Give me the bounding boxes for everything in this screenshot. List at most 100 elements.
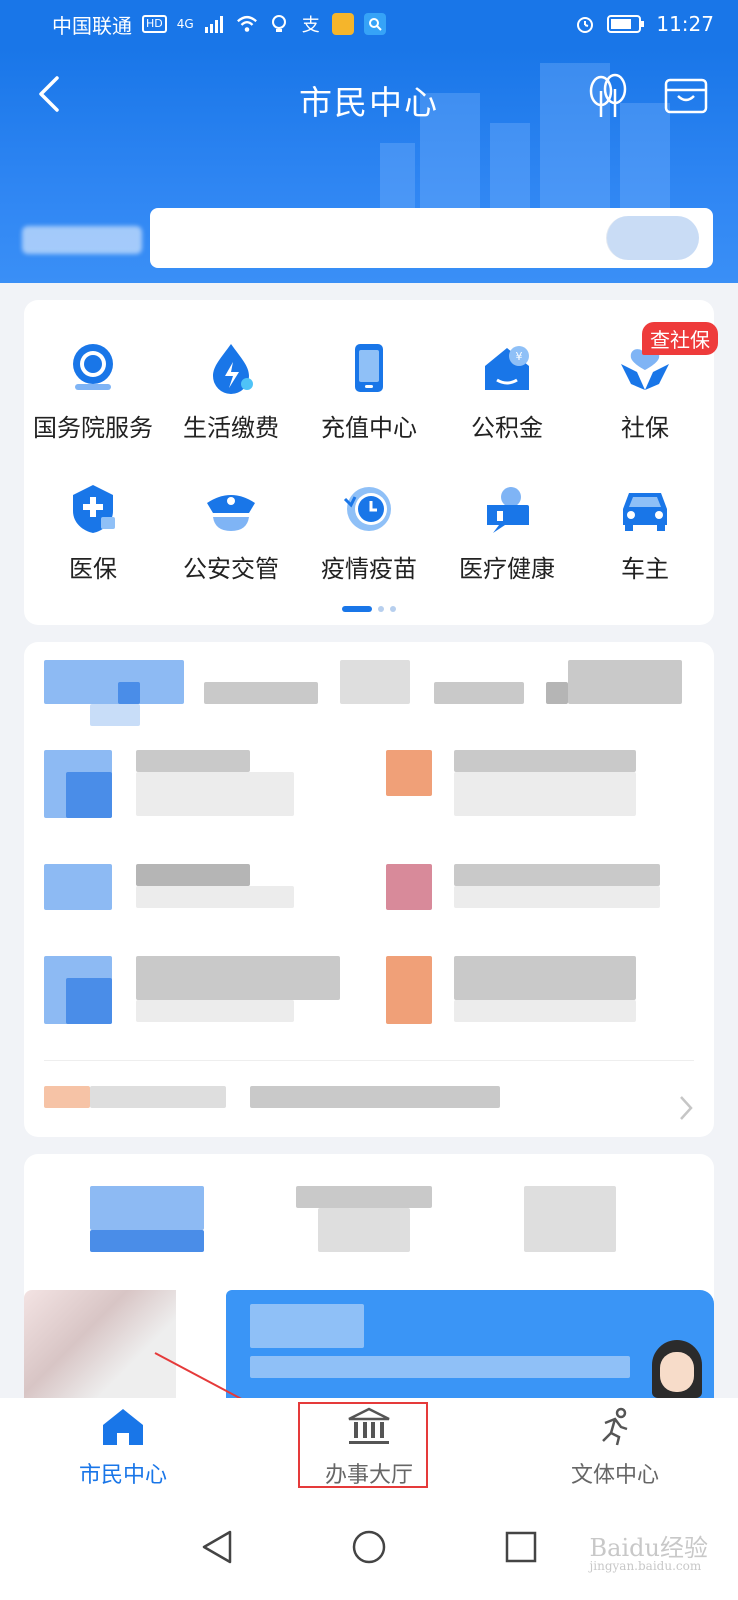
annotation-highlight-box: [298, 1402, 428, 1488]
network-label: 4G: [176, 17, 194, 31]
service-item-medical-insurance[interactable]: 医保: [24, 479, 162, 584]
blurred-block: [546, 682, 568, 704]
blurred-block: [90, 1230, 204, 1252]
page-dot: [390, 606, 396, 612]
app-screen: 中国联通 HD 4G 支 11:27 市民中心 国务院服务 生活缴费 充值中心 …: [0, 0, 738, 1600]
baidu-watermark: Baidu经验 jingyan.baidu.com: [590, 1528, 708, 1573]
blurred-tab[interactable]: [434, 682, 524, 704]
blurred-block: [90, 704, 140, 726]
status-right: 11:27: [574, 12, 714, 36]
city-selector[interactable]: [22, 226, 142, 254]
blurred-item-title[interactable]: [454, 956, 636, 1000]
blurred-item-icon: [44, 864, 112, 910]
header: 市民中心: [0, 48, 738, 283]
bulb-icon: [268, 13, 290, 35]
divider: [44, 1060, 694, 1061]
service-label: 车主: [621, 555, 669, 583]
blurred-item-subtitle: [454, 772, 636, 816]
service-label: 公安交管: [183, 555, 279, 583]
nav-citizen-center[interactable]: 市民中心: [53, 1407, 193, 1489]
service-item-social-security[interactable]: 查社保 社保: [576, 322, 718, 443]
blurred-footer-text[interactable]: [250, 1086, 500, 1108]
blurred-item-title[interactable]: [454, 750, 636, 772]
search-input[interactable]: [164, 223, 606, 253]
search-button[interactable]: [606, 216, 699, 260]
nav-label: 市民中心: [78, 1463, 167, 1488]
blurred-shortcut[interactable]: [524, 1186, 616, 1252]
page-dot-active: [342, 606, 372, 612]
page-indicator: [24, 606, 714, 612]
service-item-utility-payment[interactable]: 生活缴费: [162, 338, 300, 443]
blurred-tab[interactable]: [204, 682, 318, 704]
blurred-shortcut[interactable]: [296, 1186, 432, 1208]
state-council-icon: [63, 338, 123, 398]
app-icon: [331, 13, 354, 35]
wifi-icon: [236, 13, 258, 35]
blurred-item-subtitle: [136, 886, 294, 908]
blurred-item-subtitle: [454, 886, 660, 908]
chevron-right-icon[interactable]: [678, 1094, 694, 1129]
service-label: 国务院服务: [33, 414, 153, 442]
blurred-block: [118, 682, 140, 704]
healthcare-icon: [477, 479, 537, 539]
search-app-icon: [363, 13, 386, 35]
blurred-tab[interactable]: [340, 660, 410, 704]
service-item-housing-fund[interactable]: ¥ 公积金: [438, 338, 576, 443]
service-item-car-owner[interactable]: 车主: [576, 479, 714, 584]
blurred-item-title[interactable]: [136, 864, 250, 886]
service-label: 社保: [621, 414, 669, 442]
blurred-block: [250, 1304, 364, 1348]
square-recents-icon: [505, 1531, 537, 1567]
service-label: 公积金: [471, 414, 543, 442]
running-icon: [595, 1407, 635, 1451]
clock: 11:27: [656, 12, 714, 36]
blurred-item-subtitle: [136, 1000, 294, 1022]
social-security-badge: 查社保: [642, 322, 718, 355]
blurred-item-title[interactable]: [136, 956, 340, 1000]
city-building: [380, 143, 415, 213]
service-grid: 国务院服务 生活缴费 充值中心 ¥ 公积金 查社保 社保 医保 公安交管 疫情疫…: [24, 300, 718, 584]
banner-ad[interactable]: [226, 1290, 714, 1398]
vaccine-icon: [339, 479, 399, 539]
watermark-url: jingyan.baidu.com: [589, 1559, 702, 1573]
blurred-item-title[interactable]: [136, 750, 250, 772]
search-bar[interactable]: [150, 208, 713, 268]
blurred-item-icon: [386, 956, 432, 1024]
blurred-footer-text[interactable]: [90, 1086, 226, 1108]
service-item-vaccine[interactable]: 疫情疫苗: [300, 479, 438, 584]
page-dot: [378, 606, 384, 612]
circle-home-icon: [351, 1529, 387, 1569]
status-left: 中国联通 HD 4G 支: [52, 10, 386, 39]
wallet-icon: [664, 76, 708, 120]
wallet-button[interactable]: [662, 74, 710, 122]
tree-icon: [585, 73, 631, 123]
service-item-state-council[interactable]: 国务院服务: [24, 338, 162, 443]
alipay-icon: 支: [301, 15, 320, 36]
banner-image[interactable]: [24, 1290, 176, 1398]
signal-icon: [204, 13, 226, 35]
svg-text:¥: ¥: [516, 350, 523, 363]
system-recents-button[interactable]: [500, 1528, 542, 1570]
watermark-brand: Baidu经验: [589, 1534, 708, 1562]
system-back-button[interactable]: [196, 1528, 238, 1570]
blurred-item-title[interactable]: [454, 864, 660, 886]
utility-payment-icon: [201, 338, 261, 398]
service-item-healthcare[interactable]: 医疗健康: [438, 479, 576, 584]
service-label: 医疗健康: [459, 555, 555, 583]
service-item-recharge[interactable]: 充值中心: [300, 338, 438, 443]
service-label: 医保: [69, 555, 117, 583]
blurred-shortcut[interactable]: [90, 1186, 204, 1230]
nav-culture-sports[interactable]: 文体中心: [545, 1407, 685, 1489]
blurred-tab[interactable]: [568, 660, 682, 704]
service-label: 生活缴费: [183, 414, 279, 442]
service-item-police-traffic[interactable]: 公安交管: [162, 479, 300, 584]
blurred-item-subtitle: [136, 772, 294, 816]
blurred-block: [318, 1208, 410, 1252]
recharge-icon: [339, 338, 399, 398]
car-owner-icon: [615, 479, 675, 539]
system-home-button[interactable]: [348, 1528, 390, 1570]
blurred-tab[interactable]: [44, 660, 184, 704]
tree-button[interactable]: [584, 73, 632, 123]
assistant-face: [660, 1352, 694, 1392]
blurred-item-subtitle: [454, 1000, 636, 1022]
